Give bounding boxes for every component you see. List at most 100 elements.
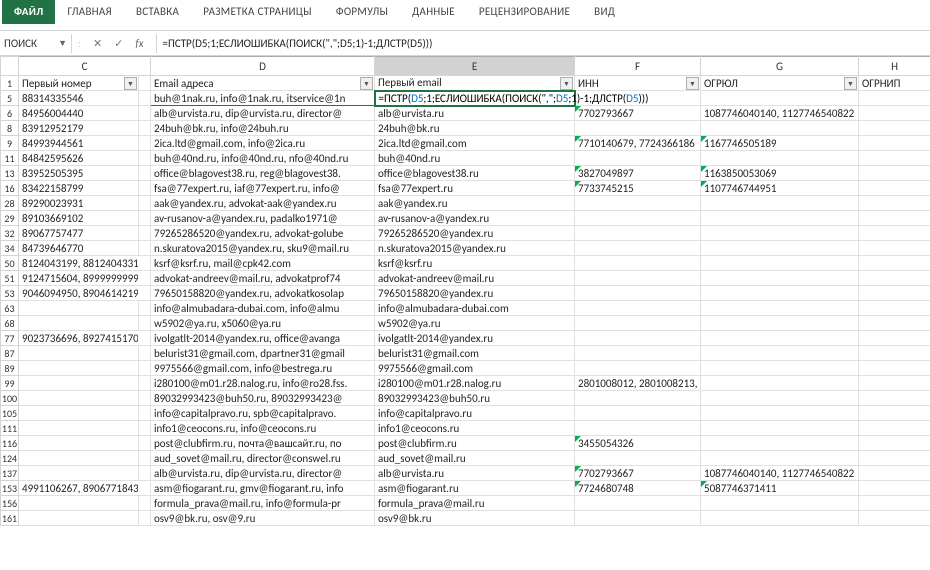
cell-email-addresses[interactable]: belurist31@gmail.com, dpartner31@gmail xyxy=(151,346,375,361)
cell-email-addresses[interactable]: aud_sovet@mail.ru, director@conswel.ru xyxy=(151,451,375,466)
cell-ogrnip[interactable] xyxy=(859,121,930,136)
cell-email-addresses[interactable]: 2ica.ltd@gmail.com, info@2ica.ru xyxy=(151,136,375,151)
header-cell-first-number[interactable]: Первый номер▼ xyxy=(19,76,139,91)
cell-ogrnip[interactable] xyxy=(859,466,930,481)
cell-inn[interactable] xyxy=(575,421,701,436)
row-header[interactable]: 153 xyxy=(1,481,19,496)
filter-dropdown-icon[interactable]: ▼ xyxy=(844,77,857,90)
cell-ogryul[interactable]: 1087746040140, 1127746540822 xyxy=(701,466,859,481)
cell-first-email[interactable]: 2ica.ltd@gmail.com xyxy=(375,136,575,151)
cell-ogryul[interactable] xyxy=(701,316,859,331)
cell-first-number[interactable] xyxy=(19,391,139,406)
cell-email-addresses[interactable]: formula_prava@mail.ru, info@formula-pr xyxy=(151,496,375,511)
ribbon-tab-insert[interactable]: ВСТАВКА xyxy=(124,0,191,24)
cell-c[interactable] xyxy=(139,151,151,166)
cell-first-email[interactable]: 24buh@bk.ru xyxy=(375,121,575,136)
row-header[interactable]: 6 xyxy=(1,106,19,121)
cell-email-addresses[interactable]: i280100@m01.r28.nalog.ru, info@ro28.fss. xyxy=(151,376,375,391)
cell-inn[interactable] xyxy=(575,511,701,526)
cell-ogrnip[interactable] xyxy=(859,301,930,316)
row-header[interactable]: 89 xyxy=(1,361,19,376)
cell-inn[interactable]: 7724680748 xyxy=(575,481,701,496)
cell-first-email[interactable]: 9975566@gmail.com xyxy=(375,361,575,376)
row-header[interactable]: 53 xyxy=(1,286,19,301)
cell-c[interactable] xyxy=(139,436,151,451)
error-indicator-icon[interactable] xyxy=(575,481,581,487)
cell-ogrnip[interactable] xyxy=(859,91,930,106)
select-all-corner[interactable] xyxy=(1,57,19,76)
cell-email-addresses[interactable]: aak@yandex.ru, advokat-aak@yandex.ru xyxy=(151,196,375,211)
cell-first-email[interactable]: alb@urvista.ru xyxy=(375,466,575,481)
cell-c[interactable] xyxy=(139,451,151,466)
cell-inn[interactable]: 3455054326 xyxy=(575,436,701,451)
row-header[interactable]: 161 xyxy=(1,511,19,526)
cell-first-email[interactable]: office@blagovest38.ru xyxy=(375,166,575,181)
cell-inn[interactable] xyxy=(575,241,701,256)
cell-ogryul[interactable] xyxy=(701,451,859,466)
cell-email-addresses[interactable]: alb@urvista.ru, dip@urvista.ru, director… xyxy=(151,466,375,481)
cell-ogrnip[interactable] xyxy=(859,496,930,511)
cell-first-number[interactable] xyxy=(19,451,139,466)
cell-ogrnip[interactable] xyxy=(859,331,930,346)
cell-c[interactable] xyxy=(139,106,151,121)
cell-ogryul[interactable] xyxy=(701,436,859,451)
cell-c[interactable] xyxy=(139,316,151,331)
cell-inn[interactable] xyxy=(575,271,701,286)
cell-ogryul[interactable]: 1163850053069 xyxy=(701,166,859,181)
ribbon-file-tab[interactable]: ФАЙЛ xyxy=(2,0,55,24)
cell-c[interactable] xyxy=(139,166,151,181)
row-header[interactable]: 124 xyxy=(1,451,19,466)
row-header[interactable]: 68 xyxy=(1,316,19,331)
ribbon-tab-formulas[interactable]: ФОРМУЛЫ xyxy=(324,0,400,24)
cell-ogryul[interactable] xyxy=(701,376,859,391)
cell-first-number[interactable] xyxy=(19,496,139,511)
header-cell-c[interactable] xyxy=(139,76,151,91)
cell-first-number[interactable] xyxy=(19,346,139,361)
error-indicator-icon[interactable] xyxy=(701,181,707,187)
cell-c[interactable] xyxy=(139,361,151,376)
cell-first-email[interactable]: osv9@bk.ru xyxy=(375,511,575,526)
cell-first-email[interactable]: info@capitalpravo.ru xyxy=(375,406,575,421)
row-header[interactable]: 87 xyxy=(1,346,19,361)
cell-c[interactable] xyxy=(139,256,151,271)
cell-email-addresses[interactable]: alb@urvista.ru, dip@urvista.ru, director… xyxy=(151,106,375,121)
cell-email-addresses[interactable]: buh@40nd.ru, info@40nd.ru, nfo@40nd.ru xyxy=(151,151,375,166)
cell-inn[interactable]: 3827049897 xyxy=(575,166,701,181)
cell-email-addresses[interactable]: n.skuratova2015@yandex.ru, sku9@mail.ru xyxy=(151,241,375,256)
cell-c[interactable] xyxy=(139,466,151,481)
cell-email-addresses[interactable]: office@blagovest38.ru, reg@blagovest38. xyxy=(151,166,375,181)
header-cell-email-addresses[interactable]: Email адреса▼ xyxy=(151,76,375,91)
enter-icon[interactable]: ✓ xyxy=(114,37,123,50)
cell-c[interactable] xyxy=(139,331,151,346)
cell-first-email[interactable]: aud_sovet@mail.ru xyxy=(375,451,575,466)
cell-first-email[interactable]: info@almubadara-dubai.com xyxy=(375,301,575,316)
cell-inn[interactable] xyxy=(575,211,701,226)
row-header[interactable]: 100 xyxy=(1,391,19,406)
cell-first-email[interactable]: post@clubfirm.ru xyxy=(375,436,575,451)
cell-first-number[interactable] xyxy=(19,361,139,376)
cell-inn[interactable] xyxy=(575,196,701,211)
cell-c[interactable] xyxy=(139,211,151,226)
cell-inn[interactable]: 2801008012, 2801008213, 2801888889 xyxy=(575,376,701,391)
row-header[interactable]: 5 xyxy=(1,91,19,106)
cell-ogrnip[interactable] xyxy=(859,181,930,196)
cell-ogryul[interactable] xyxy=(701,346,859,361)
cell-ogrnip[interactable] xyxy=(859,211,930,226)
cell-ogrnip[interactable] xyxy=(859,271,930,286)
error-indicator-icon[interactable] xyxy=(575,436,581,442)
cell-email-addresses[interactable]: post@clubfirm.ru, почта@вашсайт.ru, по xyxy=(151,436,375,451)
cell-ogryul[interactable]: 1087746040140, 1127746540822 xyxy=(701,106,859,121)
cell-ogryul[interactable] xyxy=(701,496,859,511)
cell-email-addresses[interactable]: 79650158820@yandex.ru, advokatkosolap xyxy=(151,286,375,301)
cell-c[interactable] xyxy=(139,481,151,496)
cell-first-number[interactable]: 9046094950, 89046142191, xyxy=(19,286,139,301)
cell-first-email[interactable]: aak@yandex.ru xyxy=(375,196,575,211)
row-header[interactable]: 51 xyxy=(1,271,19,286)
cell-first-email[interactable]: n.skuratova2015@yandex.ru xyxy=(375,241,575,256)
cell-c[interactable] xyxy=(139,286,151,301)
cell-c[interactable] xyxy=(139,301,151,316)
name-box[interactable]: ПОИСК ▼ xyxy=(0,34,72,53)
cell-inn[interactable]: 7733745215 xyxy=(575,181,701,196)
cell-first-number[interactable]: 88314335546 xyxy=(19,91,139,106)
cancel-icon[interactable]: ✕ xyxy=(93,37,102,50)
